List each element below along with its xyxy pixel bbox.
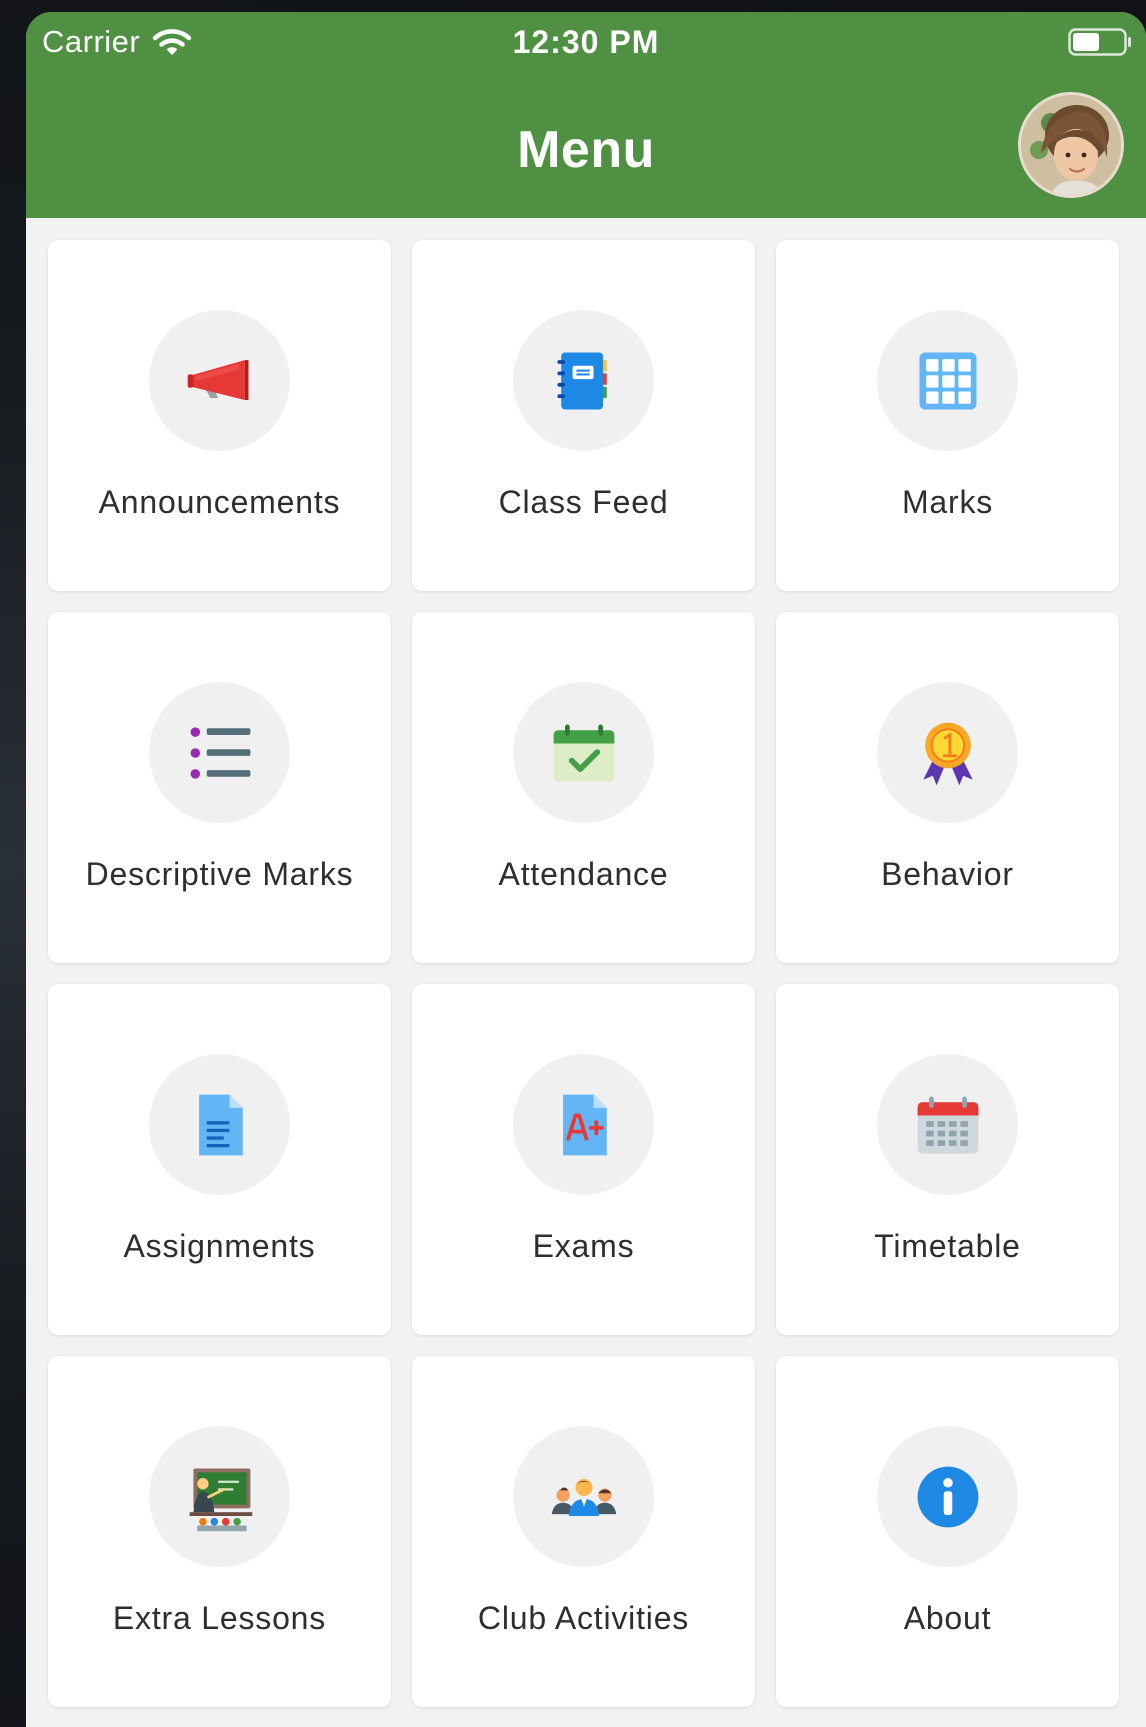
app-header: Carrier 12:30 PM Menu xyxy=(26,12,1146,218)
tile-label: Marks xyxy=(901,484,994,520)
menu-tile-behavior[interactable]: Behavior xyxy=(776,612,1119,963)
icon-badge xyxy=(513,682,654,823)
menu-tile-club-activities[interactable]: Club Activities xyxy=(412,1356,755,1707)
tile-label: Exams xyxy=(532,1228,635,1264)
icon-badge xyxy=(513,310,654,451)
calendar-check-icon xyxy=(553,724,614,781)
medal-icon xyxy=(922,722,973,785)
info-icon xyxy=(917,1466,978,1527)
tile-label: Assignments xyxy=(123,1228,316,1264)
status-bar: Carrier 12:30 PM xyxy=(26,12,1146,74)
icon-badge xyxy=(149,1426,290,1567)
list-icon xyxy=(190,726,250,779)
teacher-board-icon xyxy=(189,1468,252,1531)
menu-tile-class-feed[interactable]: Class Feed xyxy=(412,240,755,591)
icon-badge xyxy=(877,1426,1018,1567)
menu-tile-marks[interactable]: Marks xyxy=(776,240,1119,591)
profile-photo-icon xyxy=(1021,95,1121,195)
tile-label: Attendance xyxy=(498,856,669,892)
phone-screen: Carrier 12:30 PM Menu Announcements Clas… xyxy=(26,12,1146,1727)
icon-badge xyxy=(877,1054,1018,1195)
notebook-icon xyxy=(556,352,607,409)
document-icon xyxy=(198,1094,243,1155)
menu-tile-extra-lessons[interactable]: Extra Lessons xyxy=(48,1356,391,1707)
icon-badge xyxy=(877,310,1018,451)
tile-label: Club Activities xyxy=(477,1600,690,1636)
menu-tile-announcements[interactable]: Announcements xyxy=(48,240,391,591)
menu-tile-descriptive-marks[interactable]: Descriptive Marks xyxy=(48,612,391,963)
battery-icon xyxy=(1068,28,1131,56)
calendar-icon xyxy=(917,1096,978,1153)
grid-icon xyxy=(919,352,976,409)
tile-label: About xyxy=(903,1600,992,1636)
tile-label: Class Feed xyxy=(498,484,669,520)
menu-tile-assignments[interactable]: Assignments xyxy=(48,984,391,1335)
tile-label: Behavior xyxy=(881,856,1014,892)
icon-badge xyxy=(513,1426,654,1567)
icon-badge xyxy=(877,682,1018,823)
menu-grid: Announcements Class Feed Marks Descripti… xyxy=(48,240,1119,1707)
avatar[interactable] xyxy=(1018,92,1124,198)
menu-tile-exams[interactable]: Exams xyxy=(412,984,755,1335)
menu-tile-about[interactable]: About xyxy=(776,1356,1119,1707)
icon-badge xyxy=(149,682,290,823)
grade-document-icon xyxy=(562,1094,607,1155)
menu-tile-attendance[interactable]: Attendance xyxy=(412,612,755,963)
page-title: Menu xyxy=(517,121,655,179)
icon-badge xyxy=(149,310,290,451)
tile-label: Announcements xyxy=(98,484,341,520)
tile-label: Descriptive Marks xyxy=(85,856,354,892)
icon-badge xyxy=(513,1054,654,1195)
status-time: 12:30 PM xyxy=(512,24,660,60)
menu-tile-timetable[interactable]: Timetable xyxy=(776,984,1119,1335)
icon-badge xyxy=(149,1054,290,1195)
megaphone-icon xyxy=(187,359,248,400)
tile-label: Timetable xyxy=(874,1228,1021,1264)
tile-label: Extra Lessons xyxy=(112,1600,327,1636)
group-icon xyxy=(551,1478,616,1516)
